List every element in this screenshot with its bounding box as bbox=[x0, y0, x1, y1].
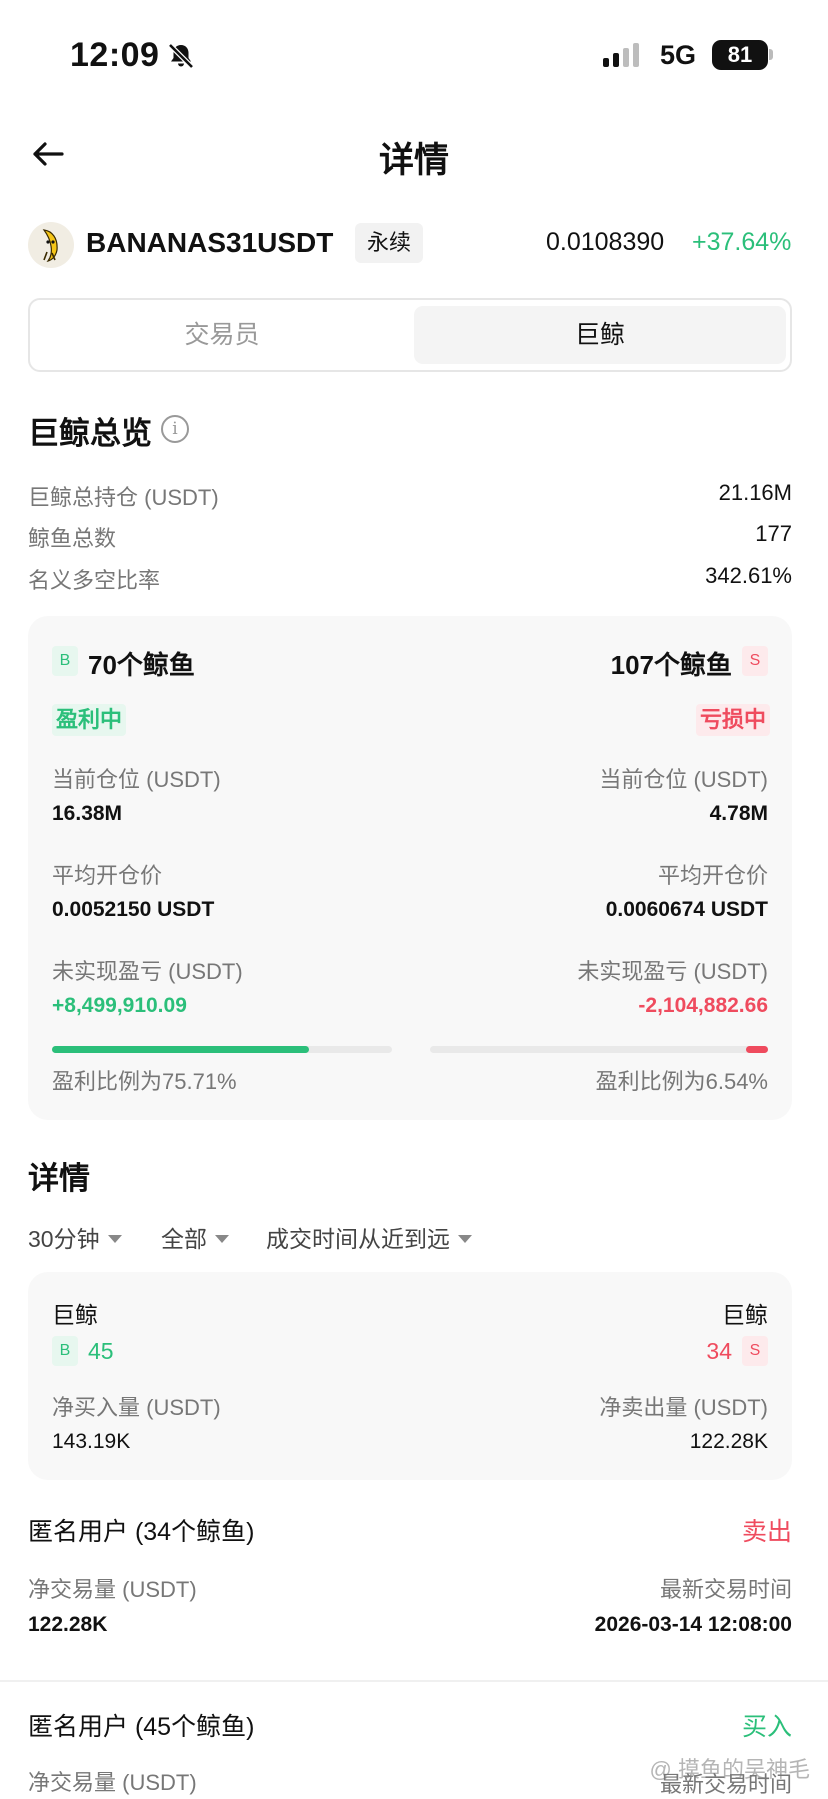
long-pnl-value: +8,499,910.09 bbox=[52, 994, 187, 1017]
whale-count-label: 鲸鱼总数 bbox=[28, 526, 117, 551]
short-avg-price-label: 平均开仓价 bbox=[657, 863, 768, 888]
sort-filter[interactable]: 成交时间从近到远 bbox=[266, 1220, 472, 1254]
chevron-down-icon bbox=[107, 1234, 122, 1243]
type-filter[interactable]: 全部 bbox=[161, 1220, 229, 1254]
chevron-down-icon bbox=[458, 1234, 472, 1243]
overview-title: 巨鲸总览 bbox=[28, 416, 152, 451]
tab-bar: 交易员 巨鲸 bbox=[28, 298, 792, 372]
page-title: 详情 bbox=[378, 141, 449, 180]
short-position-value: 4.78M bbox=[709, 802, 768, 825]
sell-side-title: 巨鲸 bbox=[722, 1302, 768, 1328]
short-profit-bar-fill bbox=[745, 1046, 768, 1053]
loss-status-tag: 亏损中 bbox=[695, 704, 770, 736]
info-icon[interactable]: i bbox=[161, 415, 189, 443]
long-position-value: 16.38M bbox=[52, 802, 123, 825]
long-whale-count: 70个鲸鱼 bbox=[88, 650, 195, 680]
long-short-card: B 70个鲸鱼 107个鲸鱼 S 盈利中 亏损中 当前仓位 (USDT) 当前仓… bbox=[28, 616, 792, 1120]
bell-muted-icon bbox=[168, 43, 194, 69]
long-short-ratio-value: 342.61% bbox=[705, 563, 792, 588]
battery-level: 81 bbox=[712, 40, 768, 70]
signal-icon bbox=[603, 43, 643, 67]
long-profit-bar-fill bbox=[52, 1046, 310, 1053]
whale-count-value: 177 bbox=[755, 521, 792, 546]
list-item-user[interactable]: 匿名用户 (34个鲸鱼) bbox=[28, 1512, 254, 1548]
tab-traders[interactable]: 交易员 bbox=[36, 306, 408, 364]
net-sell-value: 122.28K bbox=[689, 1430, 768, 1453]
net-sell-label: 净卖出量 (USDT) bbox=[599, 1395, 768, 1420]
details-title: 详情 bbox=[28, 1161, 90, 1196]
long-position-label: 当前仓位 (USDT) bbox=[52, 767, 221, 792]
long-avg-price-label: 平均开仓价 bbox=[52, 863, 163, 888]
long-short-ratio-label: 名义多空比率 bbox=[28, 568, 161, 593]
list-item-time-label: 最新交易时间 bbox=[659, 1577, 792, 1602]
banana-logo-icon bbox=[42, 229, 58, 262]
list-item-net-value: 122.28K bbox=[28, 1613, 108, 1636]
sell-badge: S bbox=[742, 1336, 768, 1366]
interval-filter-label: 30分钟 bbox=[28, 1226, 100, 1252]
long-profit-bar bbox=[52, 1046, 392, 1053]
chevron-down-icon bbox=[215, 1234, 229, 1243]
short-profit-bar bbox=[430, 1046, 768, 1053]
buy-side-title: 巨鲸 bbox=[52, 1302, 98, 1328]
short-avg-price-value: 0.0060674 USDT bbox=[605, 898, 768, 921]
long-profit-ratio: 盈利比例为75.71% bbox=[52, 1069, 237, 1094]
watermark: @ 摸鱼的吴神毛 bbox=[649, 1757, 810, 1782]
sell-whale-count: 34 bbox=[706, 1338, 732, 1364]
buy-whale-count: 45 bbox=[88, 1338, 114, 1364]
net-buy-label: 净买入量 (USDT) bbox=[52, 1395, 221, 1420]
status-time: 12:09 bbox=[70, 36, 160, 74]
contract-type-badge: 永续 bbox=[355, 223, 424, 263]
token-avatar bbox=[28, 222, 74, 268]
total-position-label: 巨鲸总持仓 (USDT) bbox=[28, 485, 219, 510]
list-divider bbox=[0, 1680, 828, 1682]
short-pnl-value: -2,104,882.66 bbox=[638, 994, 768, 1017]
profit-status-tag: 盈利中 bbox=[52, 704, 127, 736]
type-filter-label: 全部 bbox=[161, 1226, 207, 1252]
list-item-time-value: 2026-03-14 12:08:00 bbox=[594, 1613, 792, 1636]
list-item-net-label: 净交易量 (USDT) bbox=[28, 1577, 197, 1602]
tab-whales[interactable]: 巨鲸 bbox=[414, 306, 786, 364]
buy-badge: B bbox=[52, 1336, 78, 1366]
sell-badge: S bbox=[742, 646, 768, 676]
total-position-value: 21.16M bbox=[718, 480, 792, 505]
whale-flow-card: 巨鲸 巨鲸 B 45 34 S 净买入量 (USDT) 净卖出量 (USDT) … bbox=[28, 1272, 792, 1480]
interval-filter[interactable]: 30分钟 bbox=[28, 1220, 122, 1254]
battery-cap bbox=[769, 49, 773, 60]
list-item-side: 卖出 bbox=[741, 1518, 792, 1546]
short-position-label: 当前仓位 (USDT) bbox=[599, 767, 768, 792]
symbol-name: BANANAS31USDT bbox=[86, 227, 334, 258]
list-item-net-label: 净交易量 (USDT) bbox=[28, 1770, 197, 1795]
network-type: 5G bbox=[660, 40, 697, 70]
list-item-side: 买入 bbox=[741, 1713, 792, 1741]
short-profit-ratio: 盈利比例为6.54% bbox=[595, 1069, 768, 1094]
short-pnl-label: 未实现盈亏 (USDT) bbox=[577, 959, 768, 984]
short-whale-count: 107个鲸鱼 bbox=[610, 650, 732, 680]
net-buy-value: 143.19K bbox=[52, 1430, 131, 1453]
buy-badge: B bbox=[52, 646, 78, 676]
long-pnl-label: 未实现盈亏 (USDT) bbox=[52, 959, 243, 984]
list-item-user[interactable]: 匿名用户 (45个鲸鱼) bbox=[28, 1707, 254, 1743]
long-avg-price-value: 0.0052150 USDT bbox=[52, 898, 215, 921]
last-price: 0.0108390 bbox=[546, 228, 665, 256]
price-change: +37.64% bbox=[692, 228, 792, 256]
sort-filter-label: 成交时间从近到远 bbox=[266, 1226, 450, 1252]
